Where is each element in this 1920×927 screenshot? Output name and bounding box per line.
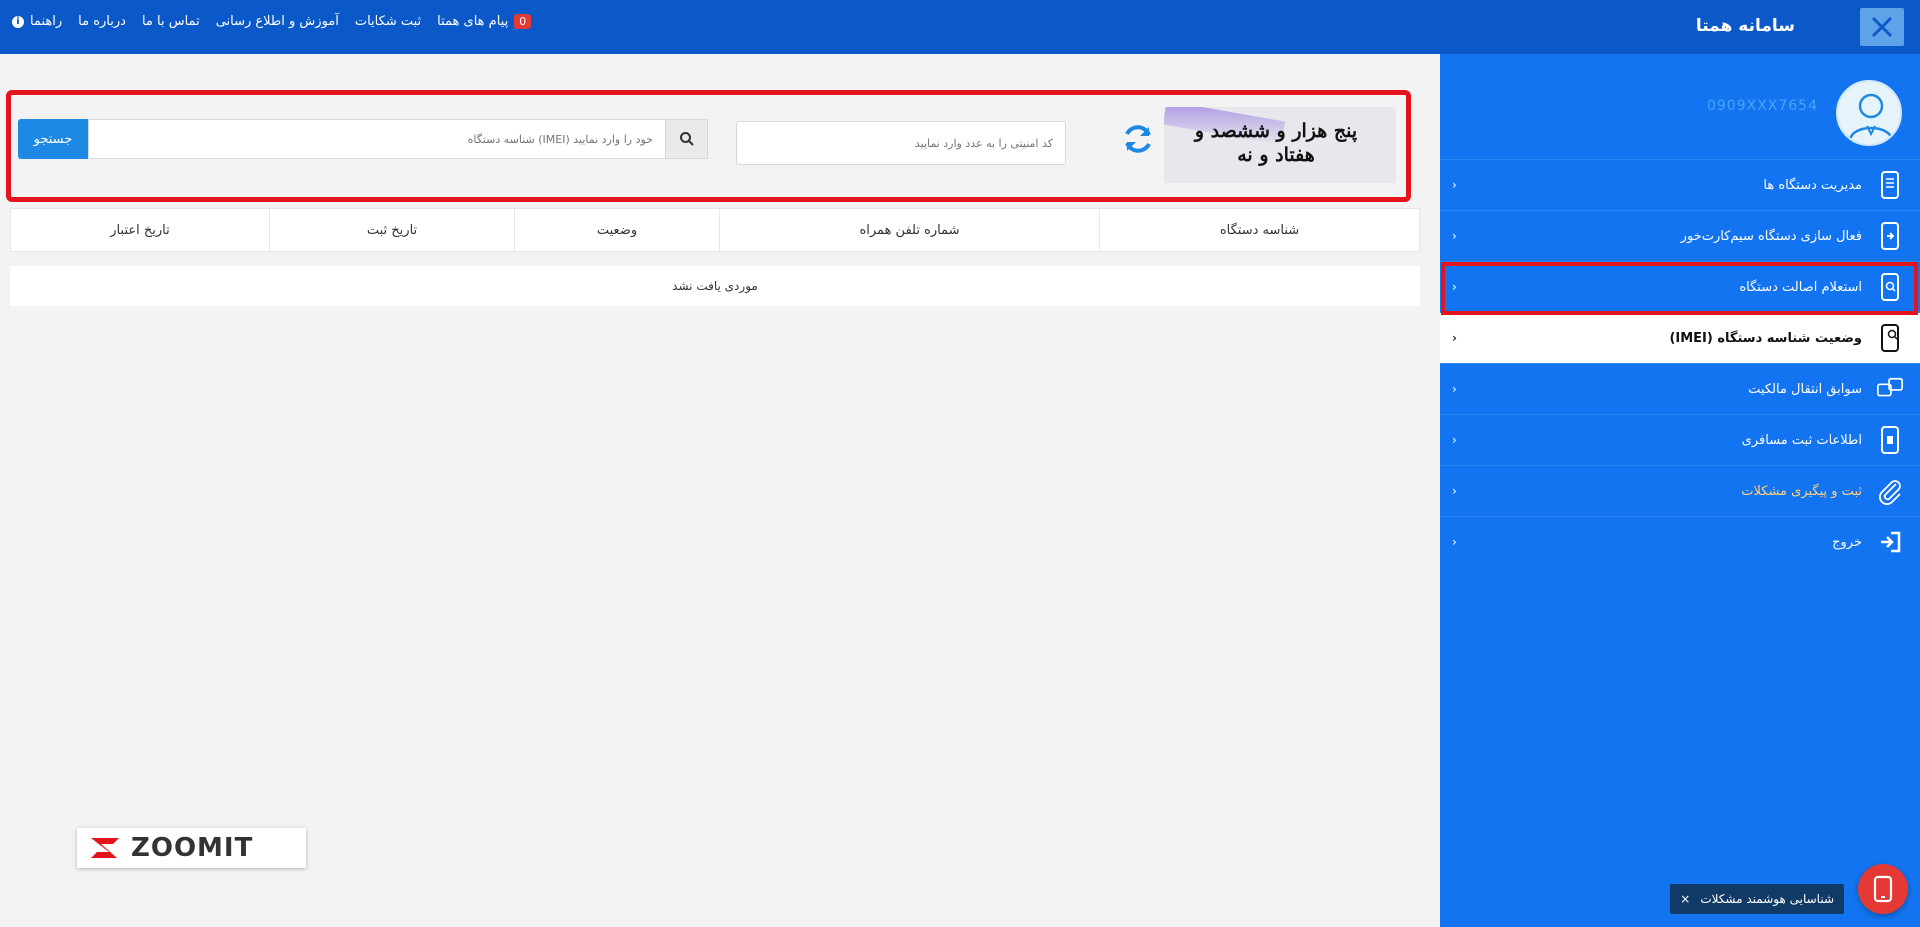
- transfer-icon: [1876, 372, 1904, 406]
- smart-assistant-bar[interactable]: شناسایی هوشمند مشکلات ×: [1670, 884, 1844, 914]
- col-expiry-date[interactable]: تاریخ اعتبار: [11, 209, 269, 251]
- sidebar-item-authenticity[interactable]: استعلام اصالت دستگاه ‹: [1440, 261, 1920, 312]
- nav-help[interactable]: i راهنما: [12, 14, 62, 29]
- search-icon-box[interactable]: [666, 119, 708, 159]
- chevron-left-icon: ‹: [1452, 331, 1457, 345]
- sidebar-item-label: خروج: [1832, 534, 1862, 550]
- nav-complaints-label: ثبت شکایات: [354, 14, 422, 29]
- phone-search-icon: [1876, 270, 1904, 304]
- captcha-text: پنج هزار و ششصد و هفتاد و نه: [1194, 120, 1358, 166]
- col-status[interactable]: وضعیت: [514, 209, 719, 251]
- sidebar-item-device-management[interactable]: مدیریت دستگاه ها ‹: [1440, 159, 1920, 210]
- assistant-close-button[interactable]: ×: [1680, 892, 1690, 906]
- sidebar-item-label: وضعیت شناسه دستگاه (IMEI): [1669, 330, 1862, 346]
- search-panel: پنج هزار و ششصد و هفتاد و نه جستجو: [6, 90, 1411, 202]
- sidebar-item-label: استعلام اصالت دستگاه: [1739, 279, 1862, 295]
- sidebar-item-label: اطلاعات ثبت مسافری: [1741, 432, 1862, 448]
- chevron-left-icon: ‹: [1452, 280, 1457, 294]
- search-button[interactable]: جستجو: [18, 119, 88, 159]
- captcha-image: پنج هزار و ششصد و هفتاد و نه: [1164, 107, 1396, 183]
- nav-messages[interactable]: پیام های همتا 0: [437, 14, 532, 29]
- zoomit-text: ZOOMIT: [131, 833, 254, 863]
- nav-education-label: آموزش و اطلاع رسانی: [215, 14, 339, 29]
- user-icon: [1848, 93, 1894, 141]
- chevron-left-icon: ‹: [1452, 178, 1457, 192]
- imei-search-icon: [1876, 321, 1904, 355]
- empty-result-message: موردی یافت نشد: [10, 266, 1420, 306]
- sidebar-item-issues[interactable]: ثبت و پیگیری مشکلات ‹: [1440, 465, 1920, 516]
- nav-help-label: راهنما: [30, 14, 63, 29]
- phone-icon: [1873, 875, 1893, 903]
- imei-search-group: جستجو: [18, 119, 708, 159]
- messages-count-badge: 0: [514, 14, 532, 29]
- chevron-left-icon: ‹: [1452, 229, 1457, 243]
- info-icon: i: [12, 15, 24, 28]
- nav-contact-label: تماس با ما: [141, 14, 200, 29]
- chevron-left-icon: ‹: [1452, 382, 1457, 396]
- phone-activate-icon: [1876, 219, 1904, 253]
- app-title: سامانه همتا: [1695, 16, 1795, 36]
- device-list-icon: [1876, 168, 1904, 202]
- paperclip-icon: [1876, 474, 1904, 508]
- nav-about-label: درباره ما: [78, 14, 126, 29]
- sidebar-item-imei-status[interactable]: وضعیت شناسه دستگاه (IMEI) ‹: [1440, 312, 1920, 363]
- refresh-icon: [1125, 125, 1151, 153]
- sidebar-item-ownership-history[interactable]: سوابق انتقال مالکیت ‹: [1440, 363, 1920, 414]
- sidebar-item-label: فعال سازی دستگاه سیم‌کارت‌خور: [1680, 228, 1862, 244]
- col-device-id[interactable]: شناسه دستگاه: [1099, 209, 1419, 251]
- imei-input[interactable]: [88, 119, 666, 159]
- chevron-left-icon: ‹: [1452, 535, 1457, 549]
- zoomit-watermark: ZOOMIT: [77, 828, 306, 868]
- captcha-input[interactable]: [736, 121, 1066, 165]
- top-bar: i راهنما درباره ما تماس با ما آموزش و اط…: [0, 0, 1920, 54]
- sidebar-item-traveler-info[interactable]: اطلاعات ثبت مسافری ‹: [1440, 414, 1920, 465]
- zoomit-logo-icon: [91, 838, 119, 858]
- user-avatar[interactable]: [1836, 80, 1902, 146]
- nav-complaints[interactable]: ثبت شکایات: [355, 14, 421, 29]
- search-icon: [679, 132, 694, 146]
- sidebar-item-logout[interactable]: خروج ‹: [1440, 516, 1920, 567]
- sidebar-item-label: مدیریت دستگاه ها: [1763, 177, 1862, 193]
- sidebar-menu: مدیریت دستگاه ها ‹ فعال سازی دستگاه سیم‌…: [1440, 159, 1920, 567]
- assistant-fab-button[interactable]: [1858, 864, 1908, 914]
- user-phone: 0909XXX7654: [1706, 98, 1818, 114]
- assistant-label: شناسایی هوشمند مشکلات: [1700, 892, 1834, 906]
- user-box: 0909XXX7654: [1440, 54, 1920, 159]
- chevron-left-icon: ‹: [1452, 433, 1457, 447]
- col-register-date[interactable]: تاریخ ثبت: [269, 209, 514, 251]
- sidebar-item-activation[interactable]: فعال سازی دستگاه سیم‌کارت‌خور ‹: [1440, 210, 1920, 261]
- traveler-phone-icon: [1876, 423, 1904, 457]
- nav-contact[interactable]: تماس با ما: [142, 14, 200, 29]
- nav-about[interactable]: درباره ما: [78, 14, 126, 29]
- col-phone-number[interactable]: شماره تلفن همراه: [719, 209, 1099, 251]
- logout-icon: [1876, 525, 1904, 559]
- chevron-left-icon: ‹: [1452, 484, 1457, 498]
- nav-education[interactable]: آموزش و اطلاع رسانی: [216, 14, 339, 29]
- close-icon: [1871, 16, 1893, 38]
- sidebar-item-label: سوابق انتقال مالکیت: [1748, 381, 1862, 397]
- sidebar-item-label: ثبت و پیگیری مشکلات: [1741, 483, 1862, 499]
- nav-messages-label: پیام های همتا: [437, 14, 509, 29]
- results-table: شناسه دستگاه شماره تلفن همراه وضعیت تاری…: [10, 208, 1420, 306]
- refresh-captcha-button[interactable]: [1120, 121, 1156, 157]
- sidebar: 0909XXX7654 مدیریت دستگاه ها ‹ فعال سازی…: [1440, 54, 1920, 927]
- top-nav: i راهنما درباره ما تماس با ما آموزش و اط…: [12, 14, 532, 29]
- table-header: شناسه دستگاه شماره تلفن همراه وضعیت تاری…: [10, 208, 1420, 252]
- close-menu-button[interactable]: [1860, 8, 1904, 46]
